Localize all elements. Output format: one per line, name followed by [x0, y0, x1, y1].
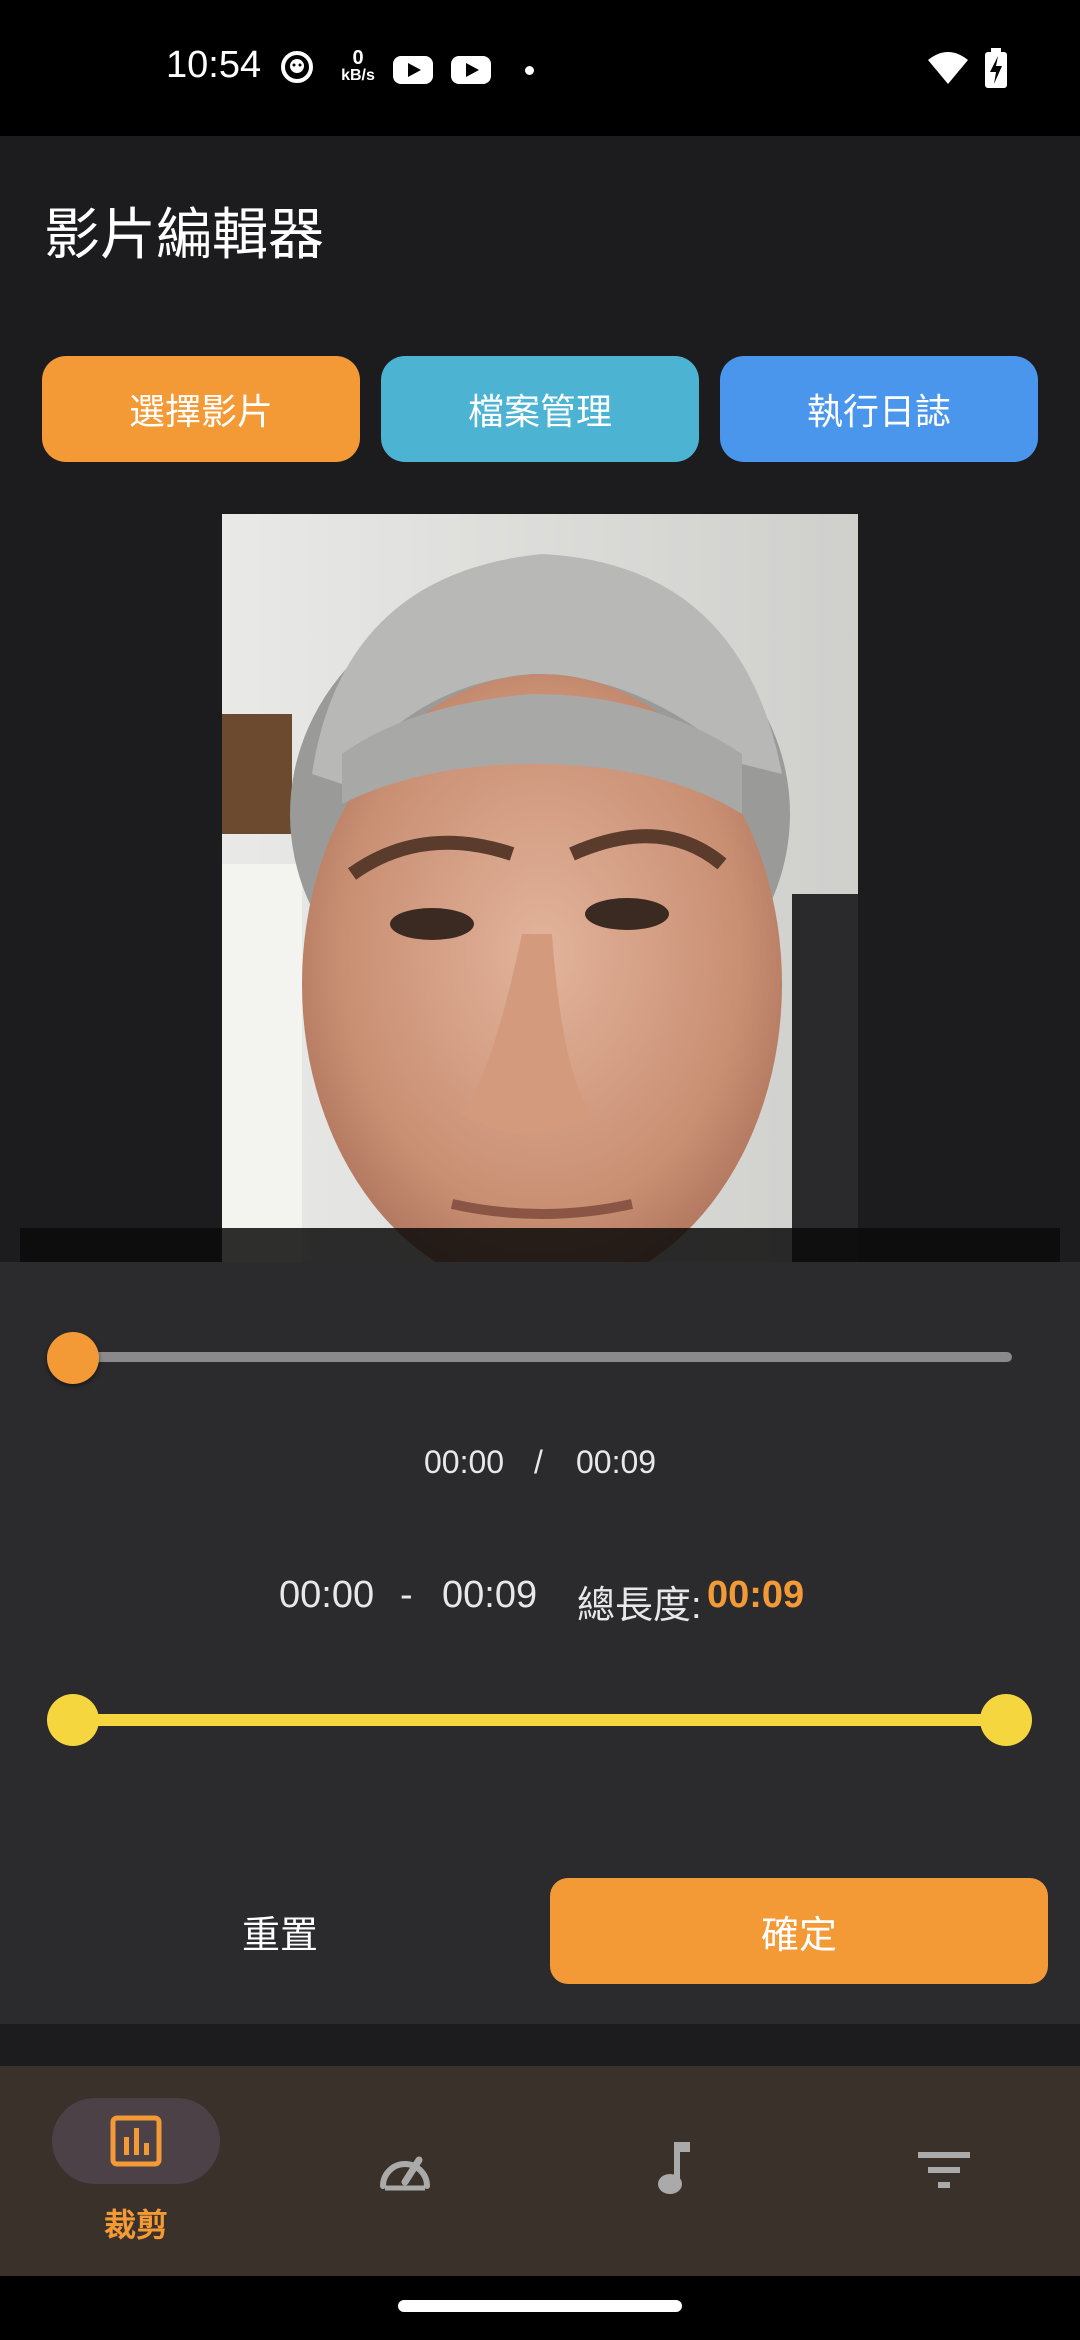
video-preview[interactable]	[222, 514, 858, 1262]
page-title: 影片編輯器	[44, 203, 324, 268]
net-speed: 0 kB/s	[340, 47, 376, 84]
gesture-handle[interactable]	[398, 2300, 682, 2312]
dot-icon	[525, 66, 534, 75]
status-time: 10:54	[166, 44, 262, 86]
net-speed-unit: kB/s	[341, 67, 375, 84]
video-frame	[222, 514, 858, 1262]
trim-dash: -	[400, 1574, 413, 1616]
status-bar: 10:54 0 kB/s	[0, 0, 1080, 136]
trim-start-time: 00:00	[279, 1574, 375, 1616]
trim-start-handle[interactable]	[47, 1694, 99, 1746]
nav-label-trim[interactable]: 裁剪	[68, 2200, 204, 2246]
reset-button[interactable]: 重置	[40, 1878, 520, 1984]
file-manager-button[interactable]: 檔案管理	[381, 356, 699, 462]
youtube-icon	[393, 56, 433, 84]
music-icon[interactable]	[656, 2140, 692, 2196]
time-separator: /	[534, 1444, 543, 1480]
total-length-label: 總長度:	[577, 1585, 702, 1627]
playback-seek-track[interactable]	[72, 1352, 1012, 1362]
trim-icon	[110, 2115, 162, 2167]
total-length-value: 00:09	[707, 1574, 805, 1616]
wifi-icon	[928, 52, 968, 84]
select-video-button[interactable]: 選擇影片	[42, 356, 360, 462]
youtube-icon	[451, 56, 491, 84]
net-speed-value: 0	[352, 47, 364, 69]
trim-end-handle[interactable]	[980, 1694, 1032, 1746]
execution-log-button[interactable]: 執行日誌	[720, 356, 1038, 462]
video-overlay-bar	[20, 1228, 1060, 1262]
filter-icon[interactable]	[918, 2150, 970, 2190]
speed-icon[interactable]	[377, 2144, 433, 2192]
nav-item-trim[interactable]	[52, 2098, 220, 2184]
battery-charging-icon	[985, 48, 1007, 88]
notification-face-icon	[281, 51, 313, 83]
confirm-button[interactable]: 確定	[550, 1878, 1048, 1984]
trim-range-track[interactable]	[72, 1714, 1007, 1726]
trim-end-time: 00:09	[442, 1574, 538, 1616]
playback-seek-thumb[interactable]	[47, 1332, 99, 1384]
total-time: 00:09	[576, 1444, 657, 1480]
current-time: 00:00	[424, 1444, 505, 1480]
